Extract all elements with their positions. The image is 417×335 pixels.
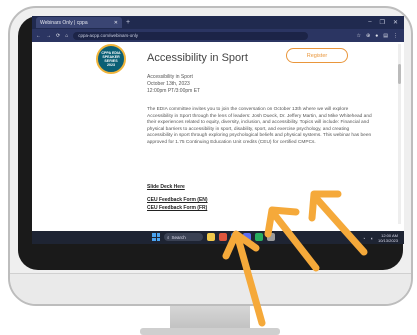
file-explorer-icon[interactable] — [207, 233, 215, 241]
volume-icon[interactable]: ◖ — [370, 236, 373, 241]
slide-deck-link[interactable]: Slide Deck Here — [147, 184, 185, 190]
app-icon-2[interactable] — [243, 233, 251, 241]
monitor-chin — [10, 273, 411, 304]
event-description: The EDIA committee invites you to join t… — [147, 107, 372, 145]
new-tab-button[interactable]: + — [126, 19, 130, 26]
bookmark-icon[interactable]: ☆ — [357, 33, 361, 39]
home-icon[interactable]: ⌂ — [65, 33, 68, 39]
minimize-button[interactable]: ‒ — [368, 19, 371, 26]
browser-tab-bar: Webinars Only | cppa ✕ + ‒ ❐ ✕ — [32, 16, 404, 29]
meta-name: Accessibility in Sport — [147, 74, 193, 80]
page-title: Accessibility in Sport — [147, 52, 248, 64]
meta-date: October 13th, 2023 — [147, 81, 190, 87]
taskbar: ⌕ Search ◔ ◖ 12:00 AM 10/13/2023 — [32, 231, 404, 244]
browser-app-icon[interactable] — [231, 233, 239, 241]
ceu-feedback-fr-link[interactable]: CEU Feedback Form (FR) — [147, 205, 207, 211]
reload-icon[interactable]: ⟳ — [56, 33, 60, 39]
menu-icon[interactable]: ⋮ — [393, 33, 398, 39]
system-tray: ◔ ◖ 12:00 AM 10/13/2023 — [363, 233, 398, 243]
search-label: Search — [171, 234, 186, 240]
start-button[interactable] — [152, 233, 160, 241]
app-icon-1[interactable] — [219, 233, 227, 241]
screen: Webinars Only | cppa ✕ + ‒ ❐ ✕ ← → ⟳ ⌂ c… — [32, 16, 404, 244]
app-icon-3[interactable] — [255, 233, 263, 241]
url-text: cppa-acpp.com/webinars-only — [78, 33, 139, 38]
address-bar-row: ← → ⟳ ⌂ cppa-acpp.com/webinars-only ☆ ⊕ … — [32, 29, 404, 42]
logo-line-2: SPEAKER SERIES — [102, 55, 120, 63]
monitor-base — [140, 328, 280, 335]
meta-time: 12:00pm PT/3:00pm ET — [147, 88, 201, 94]
forward-icon[interactable]: → — [46, 33, 51, 39]
app-icon-4[interactable] — [267, 233, 275, 241]
speaker-series-logo: CPPA EDIA SPEAKER SERIES 2023 — [96, 44, 126, 74]
close-tab-icon[interactable]: ✕ — [114, 20, 118, 26]
search-icon: ⌕ — [167, 234, 170, 240]
back-icon[interactable]: ← — [36, 33, 41, 39]
tab-title: Webinars Only | cppa — [40, 19, 88, 26]
ceu-feedback-en-link[interactable]: CEU Feedback Form (EN) — [147, 197, 208, 203]
clock-date: 10/13/2023 — [377, 238, 398, 243]
scrollbar[interactable] — [398, 44, 401, 224]
event-meta: Accessibility in Sport October 13th, 202… — [147, 74, 200, 95]
extension-icon[interactable]: ⊕ — [366, 33, 370, 39]
profile-icon[interactable]: ● — [375, 33, 378, 39]
maximize-button[interactable]: ❐ — [380, 19, 385, 26]
url-input[interactable]: cppa-acpp.com/webinars-only — [73, 31, 309, 40]
logo-line-3: 2023 — [107, 63, 115, 67]
browser-tab[interactable]: Webinars Only | cppa ✕ — [36, 17, 122, 28]
scroll-thumb[interactable] — [398, 64, 401, 84]
close-window-button[interactable]: ✕ — [393, 19, 398, 26]
clock[interactable]: 12:00 AM 10/13/2023 — [378, 233, 398, 243]
register-button[interactable]: Register — [286, 48, 348, 63]
sidebar-icon[interactable]: ▤ — [383, 33, 388, 39]
taskbar-search[interactable]: ⌕ Search — [164, 233, 203, 241]
wifi-icon[interactable]: ◔ — [363, 236, 366, 241]
